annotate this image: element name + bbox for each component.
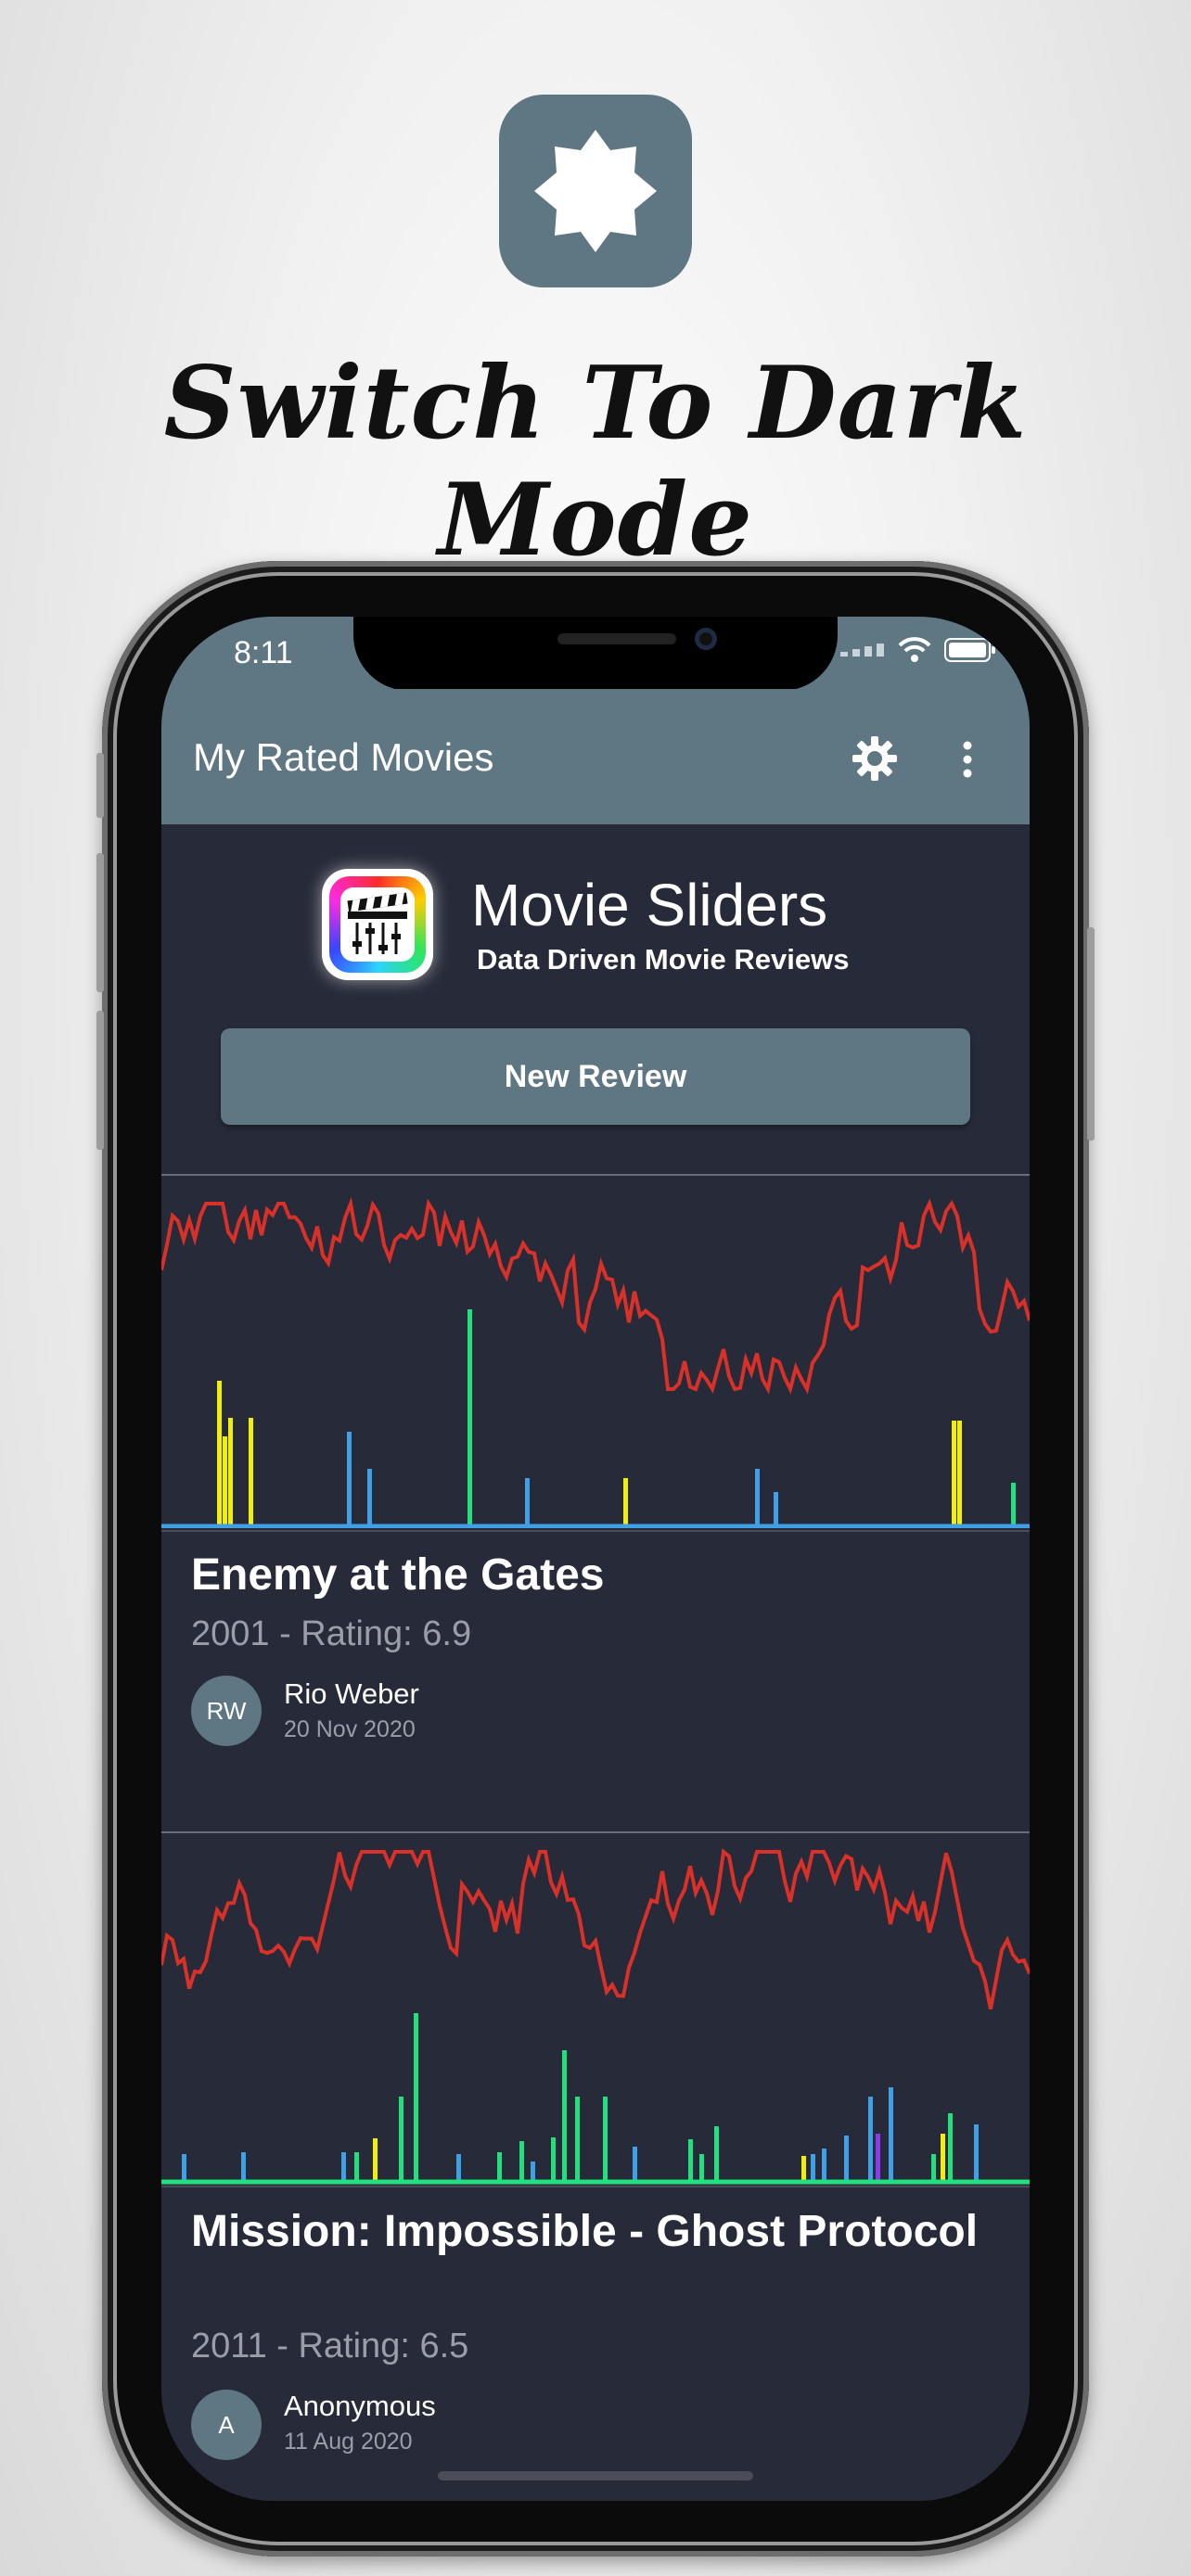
chart-bar [562,2050,567,2180]
review-card[interactable] [161,1833,1030,2186]
chart-bar [974,2124,979,2180]
chart-bar [399,2097,403,2180]
notch [353,617,838,691]
status-time: 8:11 [234,635,293,670]
status-bar: 8:11 [161,617,1030,691]
chart-bar [714,2126,719,2180]
speaker [557,633,676,644]
chart-bar [876,2134,880,2180]
review-date: 20 Nov 2020 [284,1716,416,1742]
chart-bar [957,1421,962,1524]
chart-bar [249,1418,253,1524]
phone-volume-down [96,1011,104,1150]
clapperboard-sliders-icon [347,892,408,954]
chart-bar [341,2152,346,2180]
movie-sliders-logo [322,869,433,980]
avatar: RW [191,1676,262,1746]
review-author: Rio Weber [284,1677,419,1710]
app-tagline: Data Driven Movie Reviews [477,943,850,976]
chart-bar [623,1478,628,1524]
chart-bar [688,2139,693,2180]
movie-year-rating: 2011 - Rating: 6.5 [191,2327,469,2366]
chart-bar [223,1436,227,1524]
status-icons [840,637,996,663]
app-bar-title: My Rated Movies [193,735,494,779]
battery-icon [944,638,995,662]
chart-bar [531,2162,535,2180]
app-header: Movie Sliders Data Driven Movie Reviews … [161,824,1030,1177]
chart-bar [525,1478,530,1524]
settings-gear-icon[interactable] [852,735,898,782]
chart-bar [941,2134,945,2180]
chart-bar [241,2152,246,2180]
phone-volume-up [96,853,104,992]
chart-bar [774,1492,778,1524]
chart-bar [456,2154,461,2180]
brightness-icon [499,95,692,287]
phone-screen: 8:11 My Rated Movies Movie Sliders Data … [161,617,1030,2501]
chart-bar [699,2154,704,2180]
chart-bar [217,1381,222,1524]
chart-bar [1011,1483,1016,1524]
home-indicator [438,2471,753,2480]
chart-bar [603,2097,608,2180]
chart-bar [948,2113,953,2180]
chart-bar [889,2087,893,2180]
chart-bar [931,2154,936,2180]
chart-bar [801,2156,806,2180]
chart-bar [367,1469,372,1524]
chart-bar [373,2138,378,2180]
chart-bar [519,2141,524,2180]
phone-mute-switch [96,753,104,818]
chart-bar [952,1421,956,1524]
chart-bar [822,2149,826,2180]
chart-bar [354,2152,359,2180]
chart-bar [868,2097,873,2180]
app-bar: My Rated Movies [161,689,1030,824]
review-slider-chart [161,1196,1030,1528]
chart-bar [228,1418,233,1524]
signal-icon [840,644,884,657]
avatar: A [191,2390,262,2460]
review-author: Anonymous [284,2390,436,2422]
review-slider-chart [161,1848,1030,2185]
review-date: 11 Aug 2020 [284,2429,413,2455]
more-vert-icon[interactable] [961,741,974,778]
promo-headline: Switch To Dark Mode [163,345,1028,579]
front-camera [695,628,717,650]
chart-bar [633,2147,637,2180]
chart-bar [811,2154,815,2180]
chart-bar [347,1432,352,1524]
chart-bar [182,2154,186,2180]
chart-bar [497,2152,502,2180]
chart-bar [844,2136,849,2180]
movie-title[interactable]: Enemy at the Gates [191,1548,989,1603]
new-review-button[interactable]: New Review [221,1028,970,1125]
chart-bar [755,1469,760,1524]
phone-side-button [1087,927,1095,1141]
sun-badge-icon [534,130,657,252]
chart-bar [467,1309,472,1524]
chart-bar [414,2013,418,2180]
wifi-icon [898,637,931,662]
chart-bar [575,2097,580,2180]
movie-year-rating: 2001 - Rating: 6.9 [191,1614,472,1653]
review-card[interactable] [161,1176,1030,1532]
movie-title[interactable]: Mission: Impossible - Ghost Protocol [191,2204,989,2260]
app-name: Movie Sliders [471,872,828,938]
chart-bar [551,2137,556,2180]
